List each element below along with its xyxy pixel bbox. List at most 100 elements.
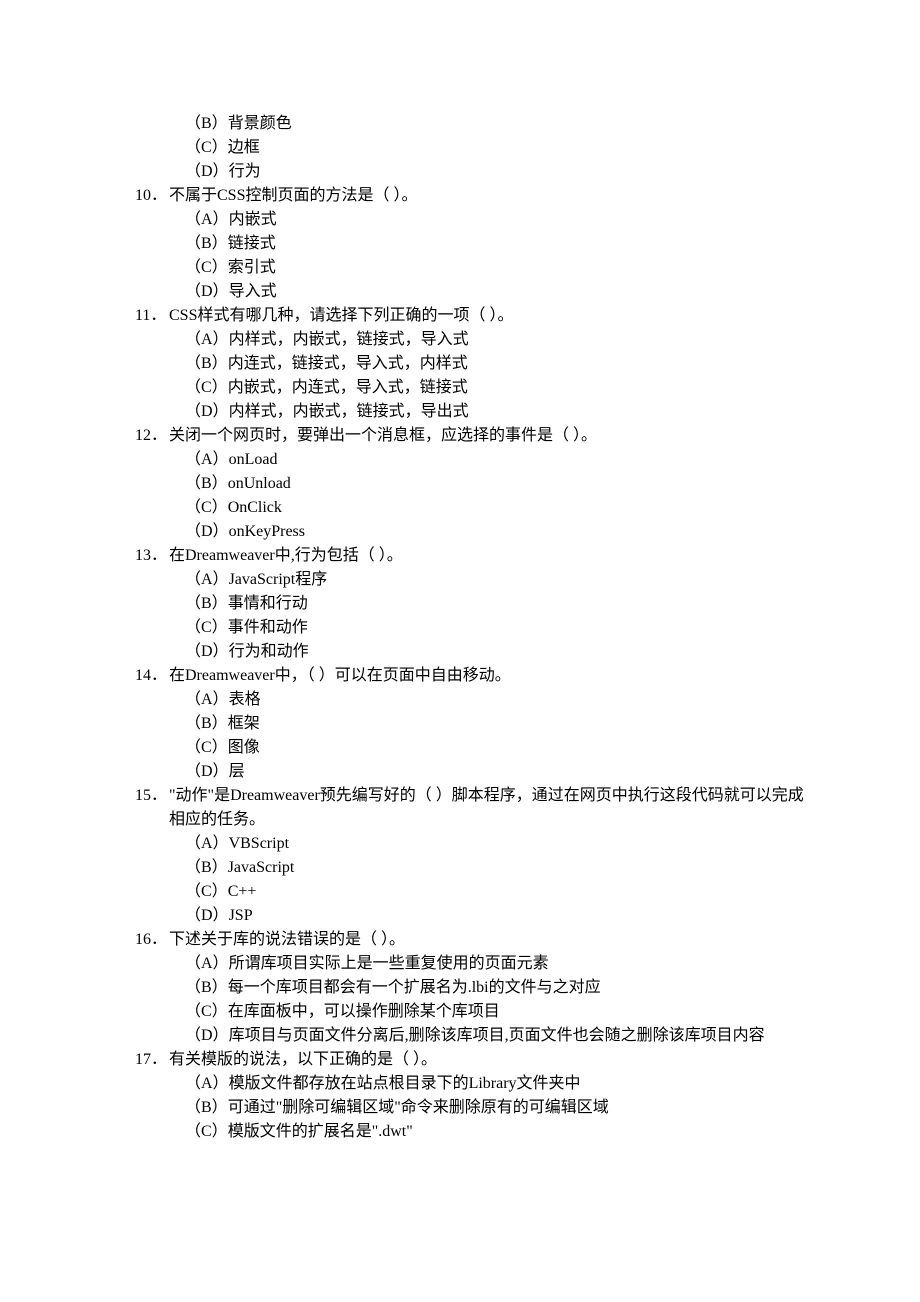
option-row: （C）模版文件的扩展名是".dwt" xyxy=(115,1120,805,1144)
question-number: 10． xyxy=(135,184,169,208)
option-row: （C）C++ xyxy=(115,880,805,904)
option-text: 内嵌式，内连式，导入式，链接式 xyxy=(228,379,468,396)
pre-options-block: （B）背景颜色 （C）边框 （D）行为 xyxy=(115,112,805,184)
option-text: 表格 xyxy=(229,691,261,708)
option-label: （B） xyxy=(185,235,228,252)
option-label: （D） xyxy=(185,163,229,180)
option-row: （A）模版文件都存放在站点根目录下的Library文件夹中 xyxy=(115,1072,805,1096)
option-text: 行为 xyxy=(229,163,261,180)
option-label: （D） xyxy=(185,403,229,420)
option-text: JSP xyxy=(229,907,253,924)
option-label: （C） xyxy=(185,259,228,276)
option-row: （A）JavaScript程序 xyxy=(115,568,805,592)
option-row: （C）事件和动作 xyxy=(115,616,805,640)
option-text: OnClick xyxy=(228,499,282,516)
question-number: 12． xyxy=(135,424,169,448)
option-label: （B） xyxy=(185,355,228,372)
option-row: （B）链接式 xyxy=(115,232,805,256)
option-label: （A） xyxy=(185,451,229,468)
option-label: （D） xyxy=(185,907,229,924)
option-text: 内连式，链接式，导入式，内样式 xyxy=(228,355,468,372)
option-row: （B）onUnload xyxy=(115,472,805,496)
option-label: （B） xyxy=(185,859,228,876)
option-row: （B）可通过"删除可编辑区域"命令来删除原有的可编辑区域 xyxy=(115,1096,805,1120)
option-text: 模版文件都存放在站点根目录下的Library文件夹中 xyxy=(229,1075,581,1092)
option-text: 框架 xyxy=(228,715,260,732)
option-row: （D）库项目与页面文件分离后,删除该库项目,页面文件也会随之删除该库项目内容 xyxy=(115,1024,805,1048)
question-number: 14． xyxy=(135,664,169,688)
option-row: （D）JSP xyxy=(115,904,805,928)
option-row: （B）JavaScript xyxy=(115,856,805,880)
question-text: CSS样式有哪几种，请选择下列正确的一项（ ）。 xyxy=(169,304,805,328)
document-page: （B）背景颜色 （C）边框 （D）行为 10． 不属于CSS控制页面的方法是（ … xyxy=(0,0,920,1302)
option-label: （D） xyxy=(185,523,229,540)
option-label: （C） xyxy=(185,739,228,756)
option-label: （A） xyxy=(185,331,229,348)
option-text: 索引式 xyxy=(228,259,276,276)
option-row: （D）行为 xyxy=(115,160,805,184)
option-text: 内嵌式 xyxy=(229,211,277,228)
option-text: 可通过"删除可编辑区域"命令来删除原有的可编辑区域 xyxy=(228,1099,609,1116)
option-row: （D）行为和动作 xyxy=(115,640,805,664)
option-row: （A）内样式，内嵌式，链接式，导入式 xyxy=(115,328,805,352)
option-text: C++ xyxy=(228,883,257,900)
option-row: （C）图像 xyxy=(115,736,805,760)
option-label: （B） xyxy=(185,979,228,996)
option-text: VBScript xyxy=(229,835,289,852)
question-17: 17． 有关模版的说法，以下正确的是（ ）。 xyxy=(115,1048,805,1072)
question-15: 15． "动作"是Dreamweaver预先编写好的（ ）脚本程序，通过在网页中… xyxy=(115,784,805,832)
option-row: （D）内样式，内嵌式，链接式，导出式 xyxy=(115,400,805,424)
option-label: （B） xyxy=(185,475,228,492)
option-row: （B）每一个库项目都会有一个扩展名为.lbi的文件与之对应 xyxy=(115,976,805,1000)
question-text: 在Dreamweaver中，（ ）可以在页面中自由移动。 xyxy=(169,664,805,688)
option-text: 背景颜色 xyxy=(228,115,292,132)
option-row: （D）层 xyxy=(115,760,805,784)
option-row: （C）在库面板中，可以操作删除某个库项目 xyxy=(115,1000,805,1024)
question-text: 有关模版的说法，以下正确的是（ ）。 xyxy=(169,1048,805,1072)
option-text: 内样式，内嵌式，链接式，导入式 xyxy=(229,331,469,348)
option-label: （B） xyxy=(185,715,228,732)
option-label: （C） xyxy=(185,883,228,900)
option-row: （C）边框 xyxy=(115,136,805,160)
option-text: 导入式 xyxy=(229,283,277,300)
option-label: （C） xyxy=(185,1123,228,1140)
question-number: 16． xyxy=(135,928,169,952)
option-text: 内样式，内嵌式，链接式，导出式 xyxy=(229,403,469,420)
question-text: 在Dreamweaver中,行为包括（ ）。 xyxy=(169,544,805,568)
option-label: （A） xyxy=(185,571,229,588)
question-text: 下述关于库的说法错误的是（ ）。 xyxy=(169,928,805,952)
option-text: 事情和行动 xyxy=(228,595,308,612)
option-text: 在库面板中，可以操作删除某个库项目 xyxy=(228,1003,500,1020)
option-text: 事件和动作 xyxy=(228,619,308,636)
option-label: （D） xyxy=(185,643,229,660)
question-text: 关闭一个网页时，要弹出一个消息框，应选择的事件是（ ）。 xyxy=(169,424,805,448)
option-row: （D）onKeyPress xyxy=(115,520,805,544)
option-text: onUnload xyxy=(228,475,291,492)
option-label: （A） xyxy=(185,835,229,852)
option-label: （B） xyxy=(185,1099,228,1116)
option-row: （B）内连式，链接式，导入式，内样式 xyxy=(115,352,805,376)
option-row: （A）onLoad xyxy=(115,448,805,472)
option-row: （C）OnClick xyxy=(115,496,805,520)
option-text: 每一个库项目都会有一个扩展名为.lbi的文件与之对应 xyxy=(228,979,601,996)
option-text: 边框 xyxy=(228,139,260,156)
option-row: （C）索引式 xyxy=(115,256,805,280)
question-number: 11． xyxy=(135,304,169,328)
option-row: （B）背景颜色 xyxy=(115,112,805,136)
option-label: （A） xyxy=(185,955,229,972)
option-label: （D） xyxy=(185,763,229,780)
question-14: 14． 在Dreamweaver中，（ ）可以在页面中自由移动。 xyxy=(115,664,805,688)
question-11: 11． CSS样式有哪几种，请选择下列正确的一项（ ）。 xyxy=(115,304,805,328)
question-number: 15． xyxy=(135,784,169,832)
question-16: 16． 下述关于库的说法错误的是（ ）。 xyxy=(115,928,805,952)
option-row: （A）VBScript xyxy=(115,832,805,856)
option-text: 链接式 xyxy=(228,235,276,252)
option-text: 模版文件的扩展名是".dwt" xyxy=(228,1123,413,1140)
option-label: （D） xyxy=(185,283,229,300)
option-text: onKeyPress xyxy=(229,523,305,540)
option-text: 层 xyxy=(229,763,245,780)
option-label: （C） xyxy=(185,499,228,516)
option-row: （B）框架 xyxy=(115,712,805,736)
option-label: （A） xyxy=(185,691,229,708)
question-text: "动作"是Dreamweaver预先编写好的（ ）脚本程序，通过在网页中执行这段… xyxy=(169,784,805,832)
